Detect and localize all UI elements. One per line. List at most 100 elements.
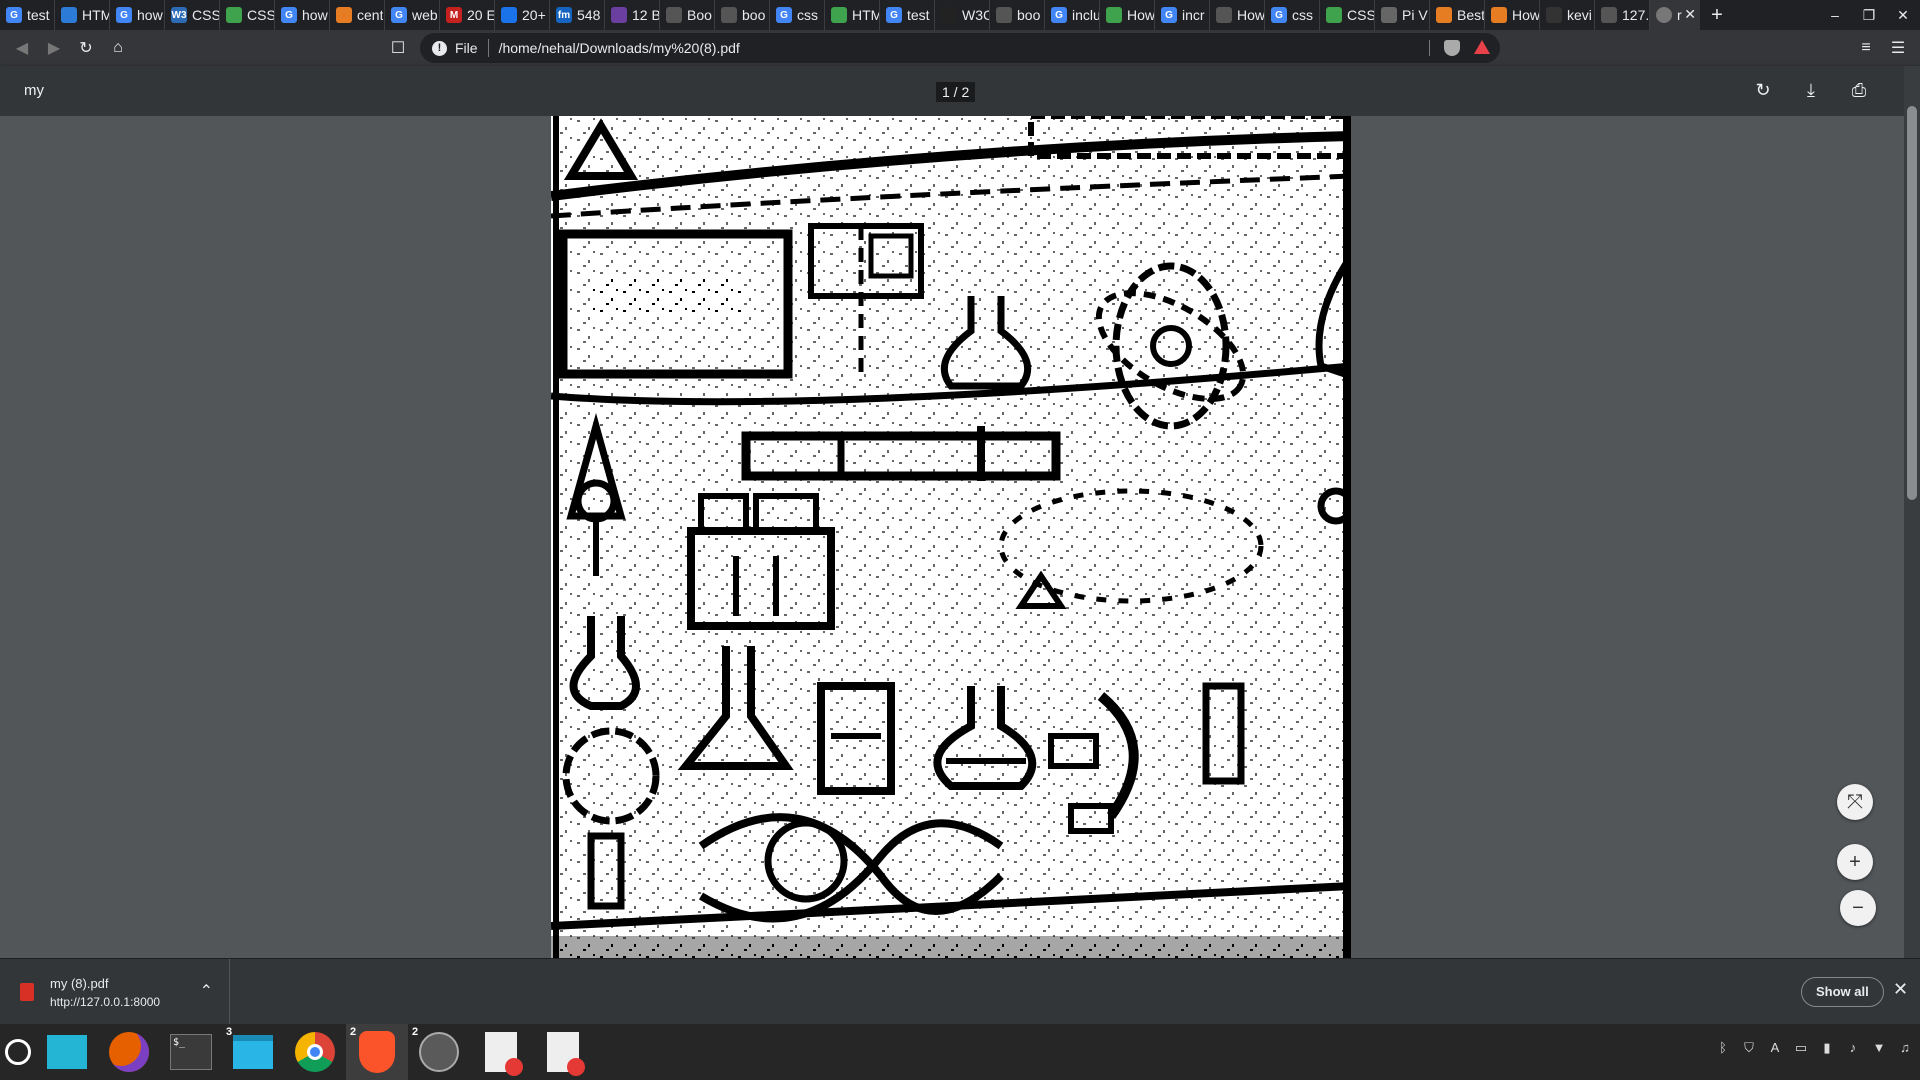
zoom-out-button[interactable]: − (1840, 890, 1876, 926)
tab-18[interactable]: boo (990, 0, 1045, 30)
tab-label: css (797, 7, 818, 23)
taskbar-editor-2[interactable] (532, 1024, 594, 1080)
tab-22[interactable]: How (1210, 0, 1265, 30)
tab-11[interactable]: 12 B (605, 0, 660, 30)
taskbar-brave[interactable]: 2 (346, 1024, 408, 1080)
menu-icon[interactable]: ☰ (1882, 32, 1914, 64)
taskbar-editor-1[interactable] (470, 1024, 532, 1080)
update-icon[interactable]: ⛉ (1742, 1040, 1756, 1056)
tab-28[interactable]: kevi (1540, 0, 1595, 30)
tab-label: css (1292, 7, 1313, 23)
favicon-icon: G (776, 7, 792, 23)
pdf-file-icon (20, 983, 34, 1001)
wifi-icon[interactable]: ▼ (1872, 1040, 1886, 1056)
tab-29[interactable]: 127. (1595, 0, 1650, 30)
download-item[interactable]: my (8).pdf http://127.0.0.1:8000 ⌃ (0, 959, 230, 1025)
scrollbar[interactable] (1904, 66, 1920, 958)
media-control-icon[interactable]: ≡ (1850, 32, 1882, 64)
new-tab-button[interactable]: + (1700, 0, 1734, 30)
favicon-icon (666, 7, 682, 23)
fit-page-button[interactable]: ⤧ (1837, 784, 1873, 820)
tab-20[interactable]: How (1100, 0, 1155, 30)
close-shelf-icon[interactable]: ✕ (1893, 979, 1908, 1000)
favicon-icon: G (1161, 7, 1177, 23)
tab-9[interactable]: 20+ (495, 0, 550, 30)
chevron-up-icon[interactable]: ⌃ (200, 981, 213, 1001)
firefox-icon (109, 1032, 149, 1072)
show-all-button[interactable]: Show all (1801, 977, 1884, 1007)
tab-label: web (412, 7, 438, 23)
tab-4[interactable]: CSS (220, 0, 275, 30)
reload-button[interactable]: ↻ (70, 32, 102, 64)
battery-icon[interactable]: ▮ (1820, 1040, 1834, 1056)
tab-1[interactable]: HTM (55, 0, 110, 30)
tab-7[interactable]: Gweb (385, 0, 440, 30)
favicon-icon (611, 7, 627, 23)
restore-button[interactable]: ❐ (1852, 0, 1886, 30)
info-icon[interactable]: ! (432, 40, 447, 56)
favicon-icon: G (1271, 7, 1287, 23)
mint-menu-button[interactable] (0, 1024, 36, 1080)
tab-26[interactable]: Best (1430, 0, 1485, 30)
tab-21[interactable]: Gincr (1155, 0, 1210, 30)
zoom-in-button[interactable]: + (1837, 844, 1873, 880)
home-button[interactable]: ⌂ (102, 32, 134, 64)
minimize-button[interactable]: – (1818, 0, 1852, 30)
divider (1429, 40, 1430, 56)
print-icon[interactable]: ⎙ (1848, 78, 1870, 102)
tab-label: How (1237, 7, 1264, 23)
brave-icon (359, 1031, 395, 1073)
tab-19[interactable]: Ginclu (1045, 0, 1100, 30)
taskbar-atom[interactable]: 2 (408, 1024, 470, 1080)
tab-label: HTM (852, 7, 879, 23)
tab-6[interactable]: cent (330, 0, 385, 30)
taskbar-show-desktop[interactable] (36, 1024, 98, 1080)
brave-shield-icon[interactable] (1444, 40, 1460, 56)
tab-17[interactable]: W3C (935, 0, 990, 30)
taskbar-files[interactable]: 3 (222, 1024, 284, 1080)
brave-rewards-icon[interactable] (1474, 40, 1490, 54)
taskbar-terminal[interactable]: $_ (160, 1024, 222, 1080)
tab-0[interactable]: Gtest (0, 0, 55, 30)
address-bar[interactable]: ! File /home/nehal/Downloads/my%20(8).pd… (420, 33, 1500, 63)
download-filename: my (8).pdf (50, 975, 109, 991)
bluetooth-icon[interactable]: ᛒ (1716, 1040, 1730, 1056)
notification-icon[interactable]: ♪ (1846, 1040, 1860, 1056)
tab-12[interactable]: Boo (660, 0, 715, 30)
tab-13[interactable]: boo (715, 0, 770, 30)
taskbar-chrome[interactable] (284, 1024, 346, 1080)
tab-14[interactable]: Gcss (770, 0, 825, 30)
tab-16[interactable]: Gtest (880, 0, 935, 30)
sound-icon[interactable]: ♫ (1898, 1040, 1912, 1056)
tab-label: how (137, 7, 163, 23)
tab-23[interactable]: Gcss (1265, 0, 1320, 30)
favicon-icon: G (886, 7, 902, 23)
page-indicator[interactable]: 1 / 2 (936, 82, 976, 102)
scrollbar-thumb[interactable] (1907, 106, 1917, 500)
scheme-label: File (455, 40, 478, 56)
tab-24[interactable]: CSS (1320, 0, 1375, 30)
favicon-icon (996, 7, 1012, 23)
favicon-icon (1546, 7, 1562, 23)
tab-label: CSS (192, 7, 219, 23)
tab-10[interactable]: fm 548 (550, 0, 605, 30)
tab-3[interactable]: W3 CSS (165, 0, 220, 30)
tab-2[interactable]: Ghow (110, 0, 165, 30)
tab-active[interactable]: r ✕ (1650, 0, 1700, 30)
taskbar-firefox[interactable] (98, 1024, 160, 1080)
tab-5[interactable]: Ghow (275, 0, 330, 30)
tab-label: incr (1182, 7, 1205, 23)
back-button[interactable]: ◀ (6, 32, 38, 64)
tab-27[interactable]: How (1485, 0, 1540, 30)
tab-8[interactable]: M 20 E (440, 0, 495, 30)
close-window-button[interactable]: ✕ (1886, 0, 1920, 30)
display-icon[interactable]: ▭ (1794, 1040, 1808, 1056)
bookmark-icon[interactable]: ☐ (382, 32, 414, 64)
tab-25[interactable]: Pi V (1375, 0, 1430, 30)
keyboard-icon[interactable]: A (1768, 1040, 1782, 1056)
forward-button[interactable]: ▶ (38, 32, 70, 64)
tab-15[interactable]: HTM (825, 0, 880, 30)
rotate-icon[interactable]: ↻ (1752, 78, 1774, 102)
download-icon[interactable]: ⤓ (1800, 78, 1822, 102)
tab-close-icon[interactable]: ✕ (1684, 6, 1696, 23)
